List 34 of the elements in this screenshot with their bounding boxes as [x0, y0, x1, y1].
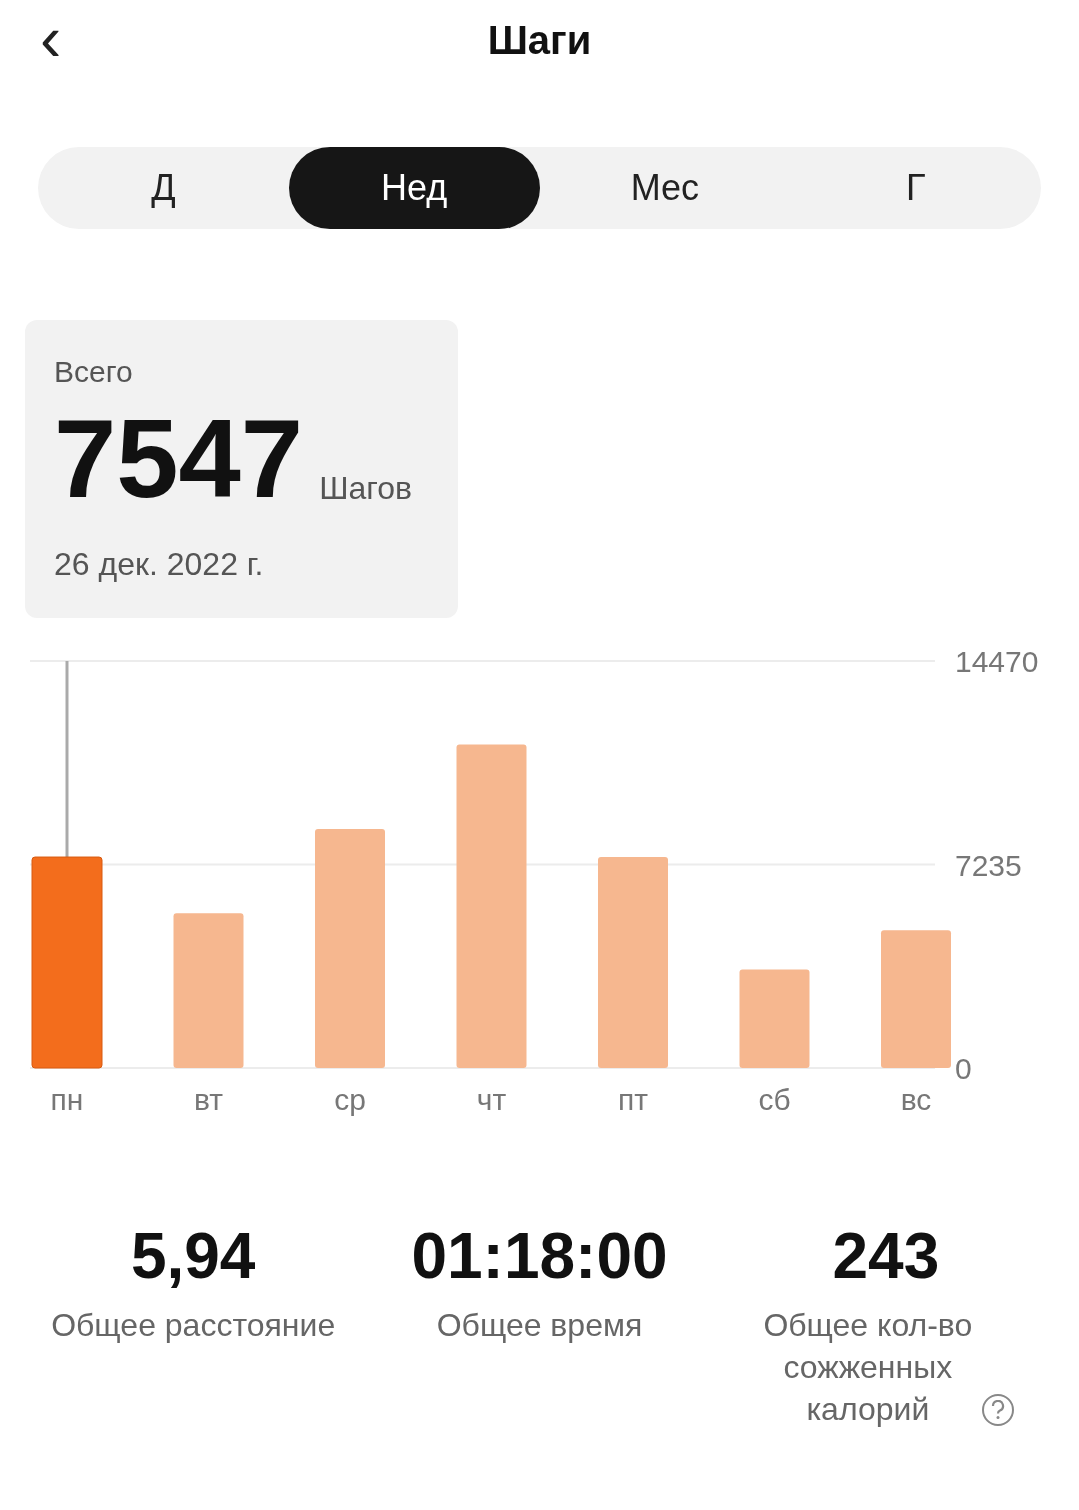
- day-label: вс: [900, 1083, 932, 1116]
- stat-value: 243: [832, 1220, 940, 1292]
- unit-label: Шагов: [319, 469, 413, 508]
- bar[interactable]: [881, 930, 951, 1068]
- bar[interactable]: [31, 856, 103, 1069]
- period-tab[interactable]: Нед: [288, 147, 540, 229]
- stat-label: Общее кол-во сожженных калорий: [762, 1306, 974, 1429]
- bar[interactable]: [173, 913, 244, 1068]
- axis-tick-label: 14470: [955, 645, 1039, 678]
- day-label: сб: [758, 1083, 791, 1116]
- step-count: 7547: [54, 404, 304, 514]
- stat-label: Общее расстояние: [51, 1306, 336, 1345]
- bar[interactable]: [456, 744, 527, 1068]
- stat-value: 01:18:00: [411, 1220, 668, 1292]
- day-label: чт: [476, 1083, 507, 1116]
- summary-label: Всего: [54, 354, 134, 390]
- stat-value: 5,94: [130, 1220, 256, 1292]
- page-title: Шаги: [487, 17, 592, 64]
- period-tab[interactable]: Д: [38, 147, 289, 229]
- date-label: 26 дек. 2022 г.: [54, 545, 265, 584]
- bar[interactable]: [739, 969, 810, 1068]
- day-label: вт: [194, 1083, 223, 1116]
- period-tab[interactable]: Г: [790, 147, 1041, 229]
- day-label: ср: [334, 1083, 366, 1116]
- period-tab[interactable]: Мес: [539, 147, 791, 229]
- help-icon[interactable]: [981, 1394, 1014, 1426]
- day-label: пт: [618, 1083, 648, 1116]
- stat-label: Общее время: [436, 1306, 643, 1345]
- day-label: пн: [50, 1083, 84, 1116]
- axis-tick-label: 0: [955, 1052, 972, 1085]
- bar[interactable]: [315, 828, 385, 1068]
- axis-tick-label: 7235: [955, 848, 1022, 882]
- back-button[interactable]: ‹: [40, 0, 62, 76]
- bar[interactable]: [598, 857, 668, 1068]
